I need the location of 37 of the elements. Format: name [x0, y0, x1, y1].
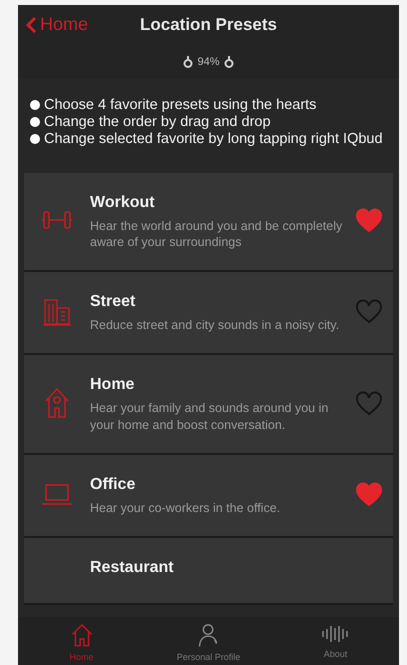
preset-name: Workout [90, 192, 156, 213]
preset-row[interactable]: Restaurant [24, 538, 393, 606]
preset-name: Street [90, 292, 136, 312]
tab-button[interactable]: About [272, 617, 399, 665]
heart-icon[interactable] [355, 208, 383, 233]
screen-title: Location Presets [140, 14, 277, 36]
preset-description: Hear your co-workers in the office. [90, 500, 282, 516]
preset-description: Reduce street and city sounds in a noisy city. [90, 317, 340, 334]
preset-name: Restaurant [90, 558, 175, 578]
bullet-dot [30, 116, 40, 127]
building-icon [42, 298, 72, 326]
earbud-icon [224, 55, 234, 70]
preset-row[interactable]: Workout Hear the world around you and be completely aware of your surroundings [24, 172, 393, 272]
heart-icon[interactable] [355, 299, 383, 324]
earbud-icon [183, 55, 194, 70]
tip-text: Choose 4 favorite presets using the hearts [44, 96, 316, 114]
house-icon[interactable] [70, 623, 94, 648]
heart-icon[interactable] [355, 390, 383, 416]
bullet-dot [30, 100, 40, 110]
back-icon [26, 16, 37, 34]
dumbbell-icon [41, 209, 73, 232]
tab-button[interactable]: Personal Profile [145, 617, 272, 665]
preset-description: Hear the world around you and be completely aware of your surroundings [90, 218, 344, 250]
tip-text: Change the order by drag and drop [44, 114, 271, 132]
preset-row[interactable]: Home Hear your family and sounds around you in your home and boost conversation. [24, 355, 393, 455]
waves-icon[interactable] [320, 623, 350, 645]
bullet-dot [30, 134, 40, 144]
preset-description: Hear your family and sounds around you in your home and boost conversation. [90, 400, 330, 433]
preset-name: Office [90, 474, 136, 495]
laptop-icon [41, 482, 73, 508]
preset-row[interactable]: Office Hear your co-workers in the office. [24, 454, 393, 538]
tip-text: Change selected favorite by long tapping right IQbud [44, 131, 383, 149]
battery-level: 94% [197, 55, 220, 70]
preset-row[interactable]: Street Reduce street and city sounds in a noisy city. [24, 272, 393, 356]
house-icon [44, 387, 70, 420]
preset-name: Home [90, 375, 136, 396]
heart-icon[interactable] [355, 482, 383, 508]
